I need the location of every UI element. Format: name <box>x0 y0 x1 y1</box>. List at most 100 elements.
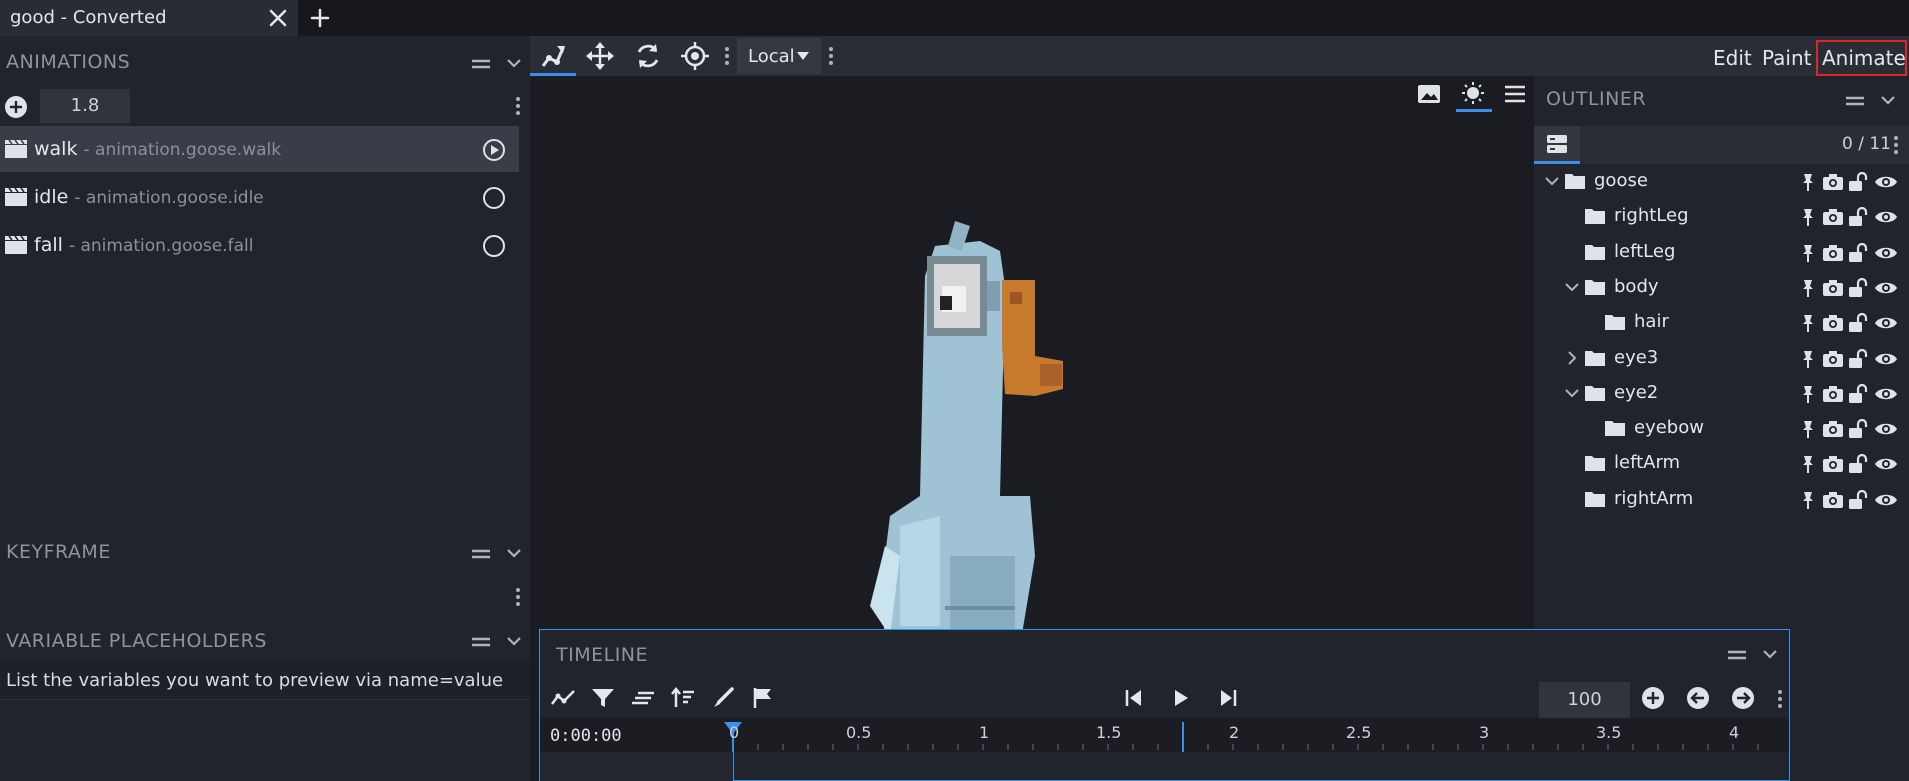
eye-icon[interactable] <box>1874 454 1898 474</box>
panel-menu-icon[interactable] <box>1842 89 1902 113</box>
outliner-row-toggles <box>1798 419 1908 439</box>
rotate-tool-icon[interactable] <box>630 40 666 72</box>
pin-icon[interactable] <box>1798 278 1818 298</box>
move-tool-icon[interactable] <box>582 40 618 72</box>
skip-forward-icon[interactable] <box>1216 686 1240 710</box>
animation-length-input[interactable]: 1.8 <box>40 89 130 123</box>
pin-icon[interactable] <box>1798 243 1818 263</box>
chevron-down-icon[interactable] <box>1544 173 1560 189</box>
eye-icon[interactable] <box>1874 313 1898 333</box>
camera-icon[interactable] <box>1822 207 1844 227</box>
outliner-row-goose[interactable]: goose <box>1534 164 1909 199</box>
kebab-menu-icon[interactable] <box>514 95 522 117</box>
outliner-row-eye2[interactable]: eye2 <box>1534 376 1909 411</box>
outliner-row-hair[interactable]: hair <box>1534 305 1909 340</box>
outliner-row-body[interactable]: body <box>1534 270 1909 305</box>
unlock-icon[interactable] <box>1848 383 1870 404</box>
chevron-right-icon[interactable] <box>1564 350 1580 366</box>
unlock-icon[interactable] <box>1848 454 1870 474</box>
camera-icon[interactable] <box>1822 313 1844 333</box>
chevron-down-icon[interactable] <box>1564 385 1580 401</box>
pin-icon[interactable] <box>1798 207 1818 227</box>
unlock-icon[interactable] <box>1848 277 1870 298</box>
camera-icon[interactable] <box>1822 490 1844 510</box>
mode-paint[interactable]: Paint <box>1762 46 1812 70</box>
camera-icon[interactable] <box>1822 349 1844 369</box>
camera-icon[interactable] <box>1822 172 1844 192</box>
unlock-icon[interactable] <box>1848 207 1870 227</box>
filter-icon[interactable] <box>590 686 616 710</box>
outliner-row-eye3[interactable]: eye3 <box>1534 341 1909 376</box>
outliner-row-rightArm[interactable]: rightArm <box>1534 482 1909 517</box>
camera-icon[interactable] <box>1822 454 1844 474</box>
kebab-menu-icon[interactable] <box>723 45 731 67</box>
pin-icon[interactable] <box>1798 313 1818 333</box>
unlock-icon[interactable] <box>1848 313 1870 333</box>
animation-row-walk[interactable]: walk - animation.goose.walk <box>0 126 519 172</box>
pin-icon[interactable] <box>1798 349 1818 369</box>
pin-icon[interactable] <box>1798 384 1818 404</box>
eye-icon[interactable] <box>1874 278 1898 298</box>
brush-icon[interactable] <box>710 686 736 710</box>
pivot-tool-icon[interactable] <box>677 40 713 72</box>
play-icon[interactable] <box>1169 686 1193 710</box>
camera-icon[interactable] <box>1822 384 1844 404</box>
pin-icon[interactable] <box>1798 172 1818 192</box>
align-lines-icon[interactable] <box>630 686 656 710</box>
outliner-row-eyebow[interactable]: eyebow <box>1534 411 1909 446</box>
kebab-menu-icon[interactable] <box>827 45 835 67</box>
panel-menu-icon[interactable] <box>468 52 528 76</box>
kebab-menu-icon[interactable] <box>1776 688 1784 710</box>
graph-editor-icon[interactable] <box>550 686 576 710</box>
image-icon[interactable] <box>1416 82 1442 106</box>
camera-icon[interactable] <box>1822 419 1844 439</box>
pin-icon[interactable] <box>1798 419 1818 439</box>
menu-icon[interactable] <box>1504 84 1526 104</box>
document-tab[interactable]: good - Converted <box>0 0 298 36</box>
chevron-down-icon[interactable] <box>1564 279 1580 295</box>
pin-icon[interactable] <box>1798 454 1818 474</box>
unlock-icon[interactable] <box>1848 489 1870 510</box>
add-animation-icon[interactable] <box>4 95 28 119</box>
sort-icon[interactable] <box>670 686 696 710</box>
timeline-zoom-input[interactable]: 100 <box>1539 682 1630 718</box>
flag-icon[interactable] <box>750 686 776 710</box>
pose-tool-icon[interactable] <box>535 40 571 72</box>
camera-icon[interactable] <box>1822 243 1844 263</box>
unlock-icon[interactable] <box>1848 419 1870 439</box>
outliner-row-rightLeg[interactable]: rightLeg <box>1534 199 1909 234</box>
animation-row-fall[interactable]: fall - animation.goose.fall <box>0 222 519 268</box>
add-keyframe-icon[interactable] <box>1641 686 1665 710</box>
eye-icon[interactable] <box>1874 207 1898 227</box>
panel-menu-icon[interactable] <box>468 542 528 566</box>
plus-icon[interactable] <box>306 4 334 32</box>
outliner-view-tab[interactable] <box>1534 126 1580 164</box>
eye-icon[interactable] <box>1874 419 1898 439</box>
animation-row-idle[interactable]: idle - animation.goose.idle <box>0 174 519 220</box>
close-icon[interactable] <box>264 4 292 32</box>
unlock-icon[interactable] <box>1848 242 1870 263</box>
eye-icon[interactable] <box>1874 243 1898 263</box>
eye-icon[interactable] <box>1874 490 1898 510</box>
next-keyframe-icon[interactable] <box>1731 686 1755 710</box>
eye-icon[interactable] <box>1874 172 1898 192</box>
play-toggle-icon[interactable] <box>482 138 506 162</box>
sun-icon[interactable] <box>1458 80 1488 108</box>
kebab-menu-icon[interactable] <box>514 586 522 608</box>
panel-menu-icon[interactable] <box>1724 643 1784 667</box>
outliner-row-leftLeg[interactable]: leftLeg <box>1534 235 1909 270</box>
play-toggle-icon[interactable] <box>482 234 506 258</box>
pin-icon[interactable] <box>1798 490 1818 510</box>
panel-menu-icon[interactable] <box>468 630 528 654</box>
eye-icon[interactable] <box>1874 349 1898 369</box>
kebab-menu-icon[interactable] <box>1892 134 1900 156</box>
eye-icon[interactable] <box>1874 384 1898 404</box>
outliner-row-leftArm[interactable]: leftArm <box>1534 446 1909 481</box>
previous-keyframe-icon[interactable] <box>1686 686 1710 710</box>
play-toggle-icon[interactable] <box>482 186 506 210</box>
camera-icon[interactable] <box>1822 278 1844 298</box>
skip-back-icon[interactable] <box>1122 686 1146 710</box>
unlock-icon[interactable] <box>1848 172 1870 192</box>
mode-edit[interactable]: Edit <box>1713 46 1752 70</box>
unlock-icon[interactable] <box>1848 348 1870 369</box>
